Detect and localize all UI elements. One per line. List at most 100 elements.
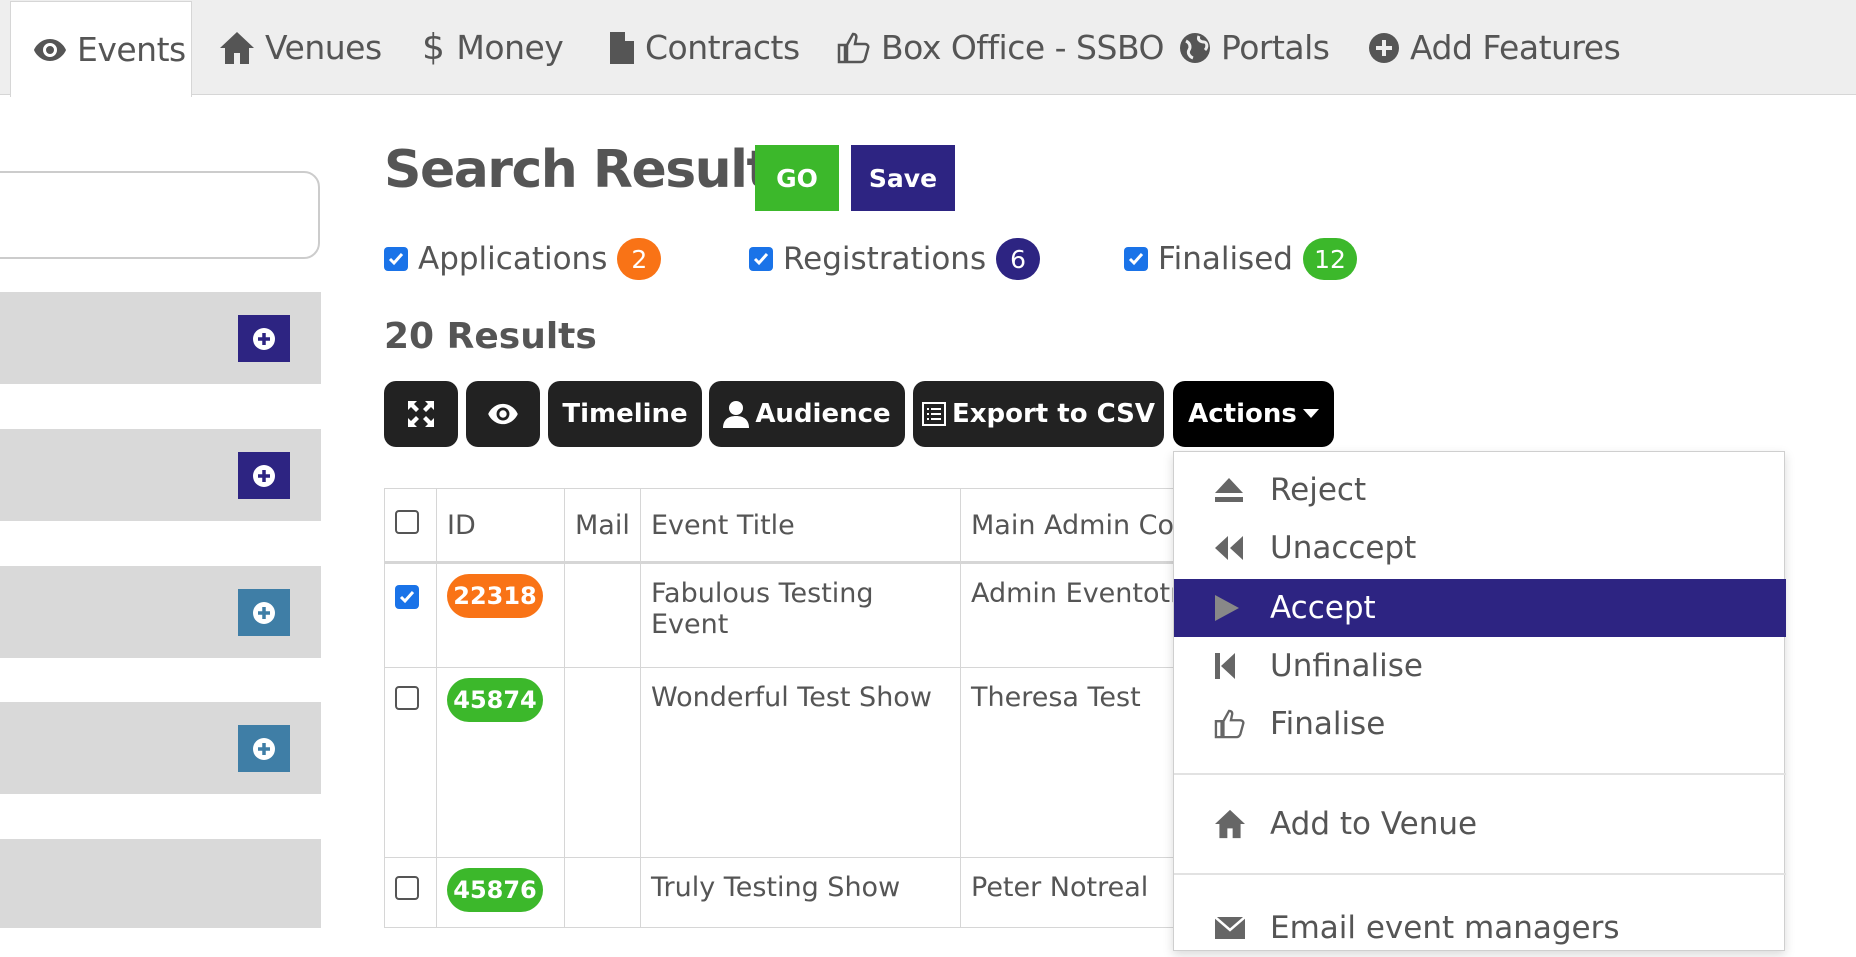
- list-icon: [921, 402, 946, 426]
- menu-item-label: Email event managers: [1270, 910, 1620, 946]
- sidebar-section[interactable]: [0, 839, 321, 928]
- expand-button[interactable]: [238, 725, 290, 772]
- dollar-icon: $: [422, 27, 445, 68]
- menu-item-label: Unaccept: [1270, 530, 1417, 566]
- tab-box-office[interactable]: Box Office - SSBO: [837, 0, 1164, 95]
- expand-icon: [408, 401, 434, 427]
- plus-circle-icon: [253, 737, 275, 760]
- select-all-checkbox[interactable]: [395, 509, 419, 534]
- file-icon: [610, 31, 634, 64]
- actions-label: Actions: [1188, 399, 1297, 429]
- tab-money[interactable]: $ Money: [422, 0, 564, 95]
- filter-applications[interactable]: Applications 2: [384, 236, 662, 282]
- plus-circle-icon: [1369, 32, 1399, 63]
- fullscreen-button[interactable]: [384, 381, 458, 447]
- sidebar-section[interactable]: [0, 566, 321, 658]
- mail-cell: [564, 667, 641, 858]
- count-badge: 2: [617, 238, 662, 280]
- plus-circle-icon: [253, 601, 275, 624]
- event-title-cell[interactable]: Fabulous Testing Event: [640, 562, 961, 668]
- menu-item-reject[interactable]: Reject: [1174, 461, 1786, 519]
- menu-item-unfinalise[interactable]: Unfinalise: [1174, 637, 1786, 695]
- row-select-cell: [384, 857, 437, 928]
- menu-item-label: Finalise: [1270, 706, 1386, 742]
- tab-venues[interactable]: Venues: [219, 0, 382, 95]
- menu-item-email-managers[interactable]: Email event managers: [1174, 899, 1786, 957]
- mail-cell: [564, 562, 641, 668]
- event-title-cell[interactable]: Wonderful Test Show: [640, 667, 961, 858]
- menu-item-finalise[interactable]: Finalise: [1174, 695, 1786, 753]
- rewind-icon: [1215, 536, 1243, 560]
- col-id[interactable]: ID: [436, 488, 565, 564]
- col-event-title[interactable]: Event Title: [640, 488, 961, 564]
- menu-item-accept[interactable]: Accept: [1174, 579, 1786, 637]
- tab-add-features[interactable]: Add Features: [1368, 0, 1621, 95]
- expand-button[interactable]: [238, 589, 290, 636]
- sidebar-section[interactable]: [0, 292, 321, 384]
- user-icon: [723, 401, 750, 428]
- page-title: Search Results: [384, 140, 801, 200]
- filter-registrations[interactable]: Registrations 6: [749, 236, 1041, 282]
- id-cell: 45876: [436, 857, 565, 928]
- eye-icon: [488, 403, 518, 425]
- tab-events[interactable]: Events: [10, 1, 192, 97]
- mail-cell: [564, 857, 641, 928]
- plus-circle-icon: [253, 464, 275, 487]
- step-backward-icon: [1215, 653, 1235, 679]
- play-icon: [1215, 595, 1239, 621]
- tab-label: Portals: [1221, 28, 1330, 67]
- expand-button[interactable]: [238, 452, 290, 499]
- menu-divider: [1174, 873, 1786, 875]
- save-button[interactable]: Save: [851, 145, 955, 211]
- export-label: Export to CSV: [951, 399, 1156, 429]
- envelope-icon: [1214, 916, 1246, 939]
- col-mail[interactable]: Mail: [564, 488, 641, 564]
- home-icon: [220, 31, 254, 64]
- registrations-checkbox[interactable]: [749, 247, 773, 271]
- caret-down-icon: [1302, 409, 1319, 418]
- eject-icon: [1215, 478, 1243, 502]
- actions-dropdown-button[interactable]: Actions: [1173, 381, 1334, 447]
- tab-label: Box Office - SSBO: [881, 28, 1164, 67]
- tab-label: Money: [456, 28, 564, 67]
- row-select-cell: [384, 667, 437, 858]
- go-button[interactable]: GO: [755, 145, 839, 211]
- globe-icon: [1180, 32, 1210, 63]
- event-id-badge[interactable]: 22318: [447, 574, 543, 618]
- id-cell: 45874: [436, 667, 565, 858]
- applications-checkbox[interactable]: [384, 247, 408, 271]
- count-badge: 6: [996, 238, 1041, 280]
- filter-label: Applications: [418, 241, 608, 277]
- event-title-cell[interactable]: Truly Testing Show: [640, 857, 961, 928]
- sidebar-search-input[interactable]: [0, 171, 320, 259]
- tab-contracts[interactable]: Contracts: [609, 0, 800, 95]
- tab-label: Contracts: [645, 28, 800, 67]
- plus-circle-icon: [253, 327, 275, 350]
- menu-divider: [1174, 773, 1786, 775]
- results-count: 20 Results: [384, 316, 597, 357]
- menu-item-unaccept[interactable]: Unaccept: [1174, 519, 1786, 577]
- finalised-checkbox[interactable]: [1124, 247, 1148, 271]
- event-id-badge[interactable]: 45876: [447, 868, 543, 912]
- row-checkbox[interactable]: [395, 876, 419, 900]
- menu-item-add-to-venue[interactable]: Add to Venue: [1174, 795, 1786, 853]
- tab-portals[interactable]: Portals: [1179, 0, 1330, 95]
- row-checkbox[interactable]: [395, 585, 419, 609]
- filter-label: Registrations: [783, 241, 987, 277]
- export-csv-button[interactable]: Export to CSV: [913, 381, 1164, 447]
- timeline-button[interactable]: Timeline: [548, 381, 702, 447]
- sidebar-section[interactable]: [0, 429, 321, 521]
- top-nav: Events Venues $ Money Contracts Box Offi…: [0, 0, 1856, 97]
- tab-label: Venues: [265, 28, 382, 67]
- eye-icon: [34, 38, 66, 61]
- home-icon: [1215, 809, 1245, 839]
- filter-finalised[interactable]: Finalised 12: [1124, 236, 1357, 282]
- audience-button[interactable]: Audience: [709, 381, 905, 447]
- view-button[interactable]: [466, 381, 540, 447]
- event-id-badge[interactable]: 45874: [447, 678, 543, 722]
- expand-button[interactable]: [238, 315, 290, 362]
- menu-item-label: Reject: [1270, 472, 1367, 508]
- tab-label: Events: [77, 30, 186, 69]
- row-checkbox[interactable]: [395, 686, 419, 710]
- sidebar-section[interactable]: [0, 702, 321, 794]
